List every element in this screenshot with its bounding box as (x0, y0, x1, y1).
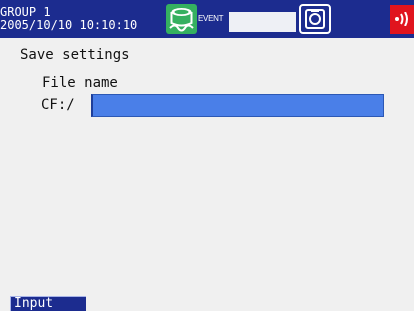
snapshot-button[interactable] (299, 4, 331, 34)
status-bar: GROUP 1 2005/10/10 10:10:10 EVENT (0, 0, 414, 38)
disk-icon (166, 4, 197, 34)
page-title: Save settings (20, 47, 130, 63)
screen: GROUP 1 2005/10/10 10:10:10 EVENT Save s… (0, 0, 414, 311)
file-name-input[interactable] (91, 94, 384, 117)
date-time: 2005/10/10 10:10:10 (0, 18, 138, 32)
file-name-label: File name (42, 75, 118, 91)
event-field (229, 12, 296, 32)
camera-icon (305, 9, 325, 29)
path-prefix-label: CF:/ (41, 97, 75, 113)
group-name: GROUP 1 (0, 5, 51, 19)
event-label: EVENT (198, 14, 224, 23)
alarm-icon (390, 5, 414, 34)
input-softkey[interactable]: Input (10, 296, 86, 311)
